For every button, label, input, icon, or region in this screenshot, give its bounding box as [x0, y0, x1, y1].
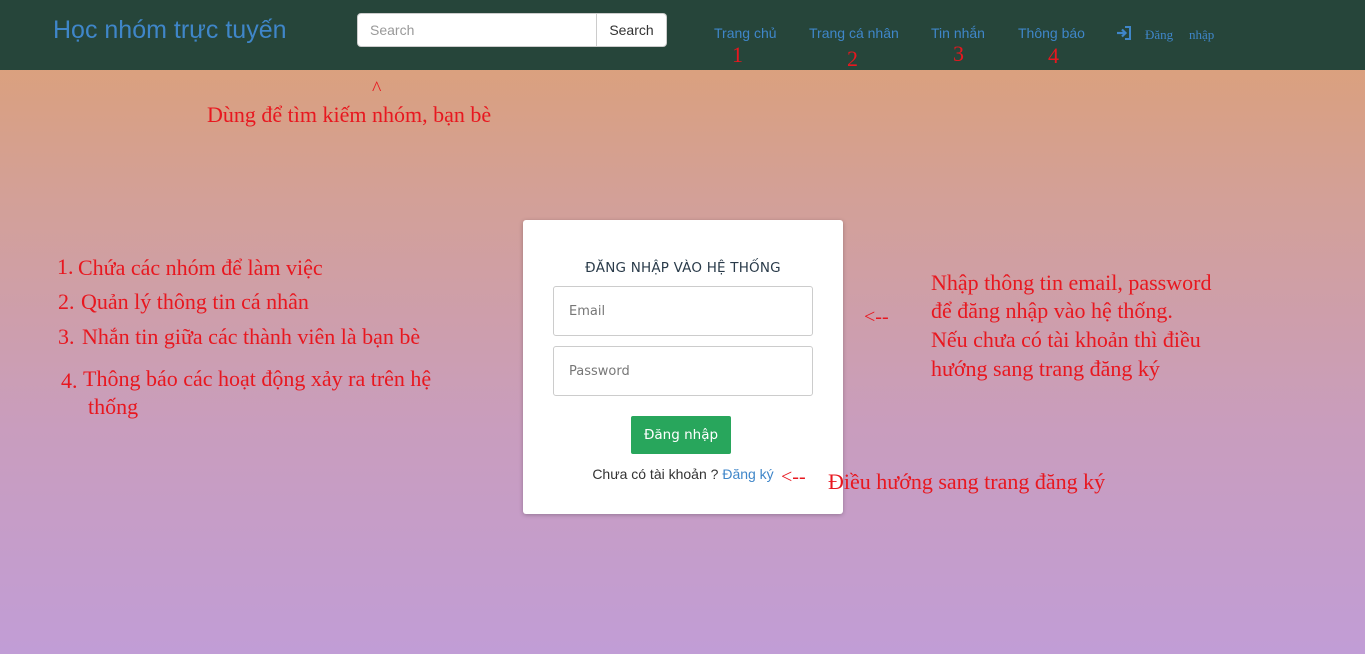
sign-in-icon[interactable] [1116, 25, 1132, 41]
top-navbar: Học nhóm trực tuyến Search Trang chủ Tra… [0, 0, 1365, 70]
nav-link-profile[interactable]: Trang cá nhân [809, 25, 899, 41]
annotation-list-text: Chứa các nhóm để làm việc [78, 255, 323, 280]
annotation-nav-number-1: 1 [732, 42, 743, 67]
brand-logo-text[interactable]: Học nhóm trực tuyến [53, 16, 287, 45]
nav-link-messages[interactable]: Tin nhắn [931, 25, 985, 41]
annotation-list-text-continued: thống [88, 394, 139, 419]
register-link[interactable]: Đăng ký [722, 466, 773, 482]
nav-login-word-1[interactable]: Đăng [1145, 27, 1173, 43]
nav-login-word-2[interactable]: nhập [1189, 27, 1214, 43]
annotation-search-caret: ^ [372, 78, 382, 100]
login-title: ĐĂNG NHẬP VÀO HỆ THỐNG [585, 260, 781, 276]
annotation-nav-number-3: 3 [953, 41, 964, 66]
nav-link-notifications[interactable]: Thông báo [1018, 25, 1085, 41]
no-account-text: Chưa có tài khoản ? [592, 466, 719, 482]
annotation-nav-number-4: 4 [1048, 43, 1059, 68]
search-button[interactable]: Search [597, 13, 667, 47]
annotation-list-num: 2. [58, 289, 75, 314]
annotation-list-text: Nhắn tin giữa các thành viên là bạn bè [82, 324, 421, 349]
annotation-list-text: Thông báo các hoạt động xảy ra trên hệ [83, 366, 432, 391]
annotation-register-note: Điều hướng sang trang đăng ký [828, 469, 1106, 494]
annotation-list-num: 4. [61, 368, 78, 393]
annotation-nav-number-2: 2 [847, 46, 858, 71]
nav-link-home[interactable]: Trang chủ [714, 25, 777, 41]
annotation-form-note-line: để đăng nhập vào hệ thống. [931, 298, 1173, 323]
search-input[interactable] [357, 13, 597, 47]
annotation-form-note-line: Nếu chưa có tài khoản thì điều [931, 327, 1201, 352]
annotation-form-note-line: hướng sang trang đăng ký [931, 356, 1160, 381]
email-field[interactable] [553, 286, 813, 336]
annotation-register-arrow: <-- [781, 466, 806, 488]
annotation-list-num: 1. [57, 254, 74, 279]
annotation-search-note: Dùng để tìm kiếm nhóm, bạn bè [207, 102, 492, 127]
annotation-form-note-line: Nhập thông tin email, password [931, 270, 1212, 295]
login-submit-button[interactable]: Đăng nhập [631, 416, 731, 454]
annotation-list-text: Quản lý thông tin cá nhân [81, 289, 309, 314]
annotation-form-arrow: <-- [864, 306, 889, 328]
annotation-list-num: 3. [58, 324, 75, 349]
password-field[interactable] [553, 346, 813, 396]
